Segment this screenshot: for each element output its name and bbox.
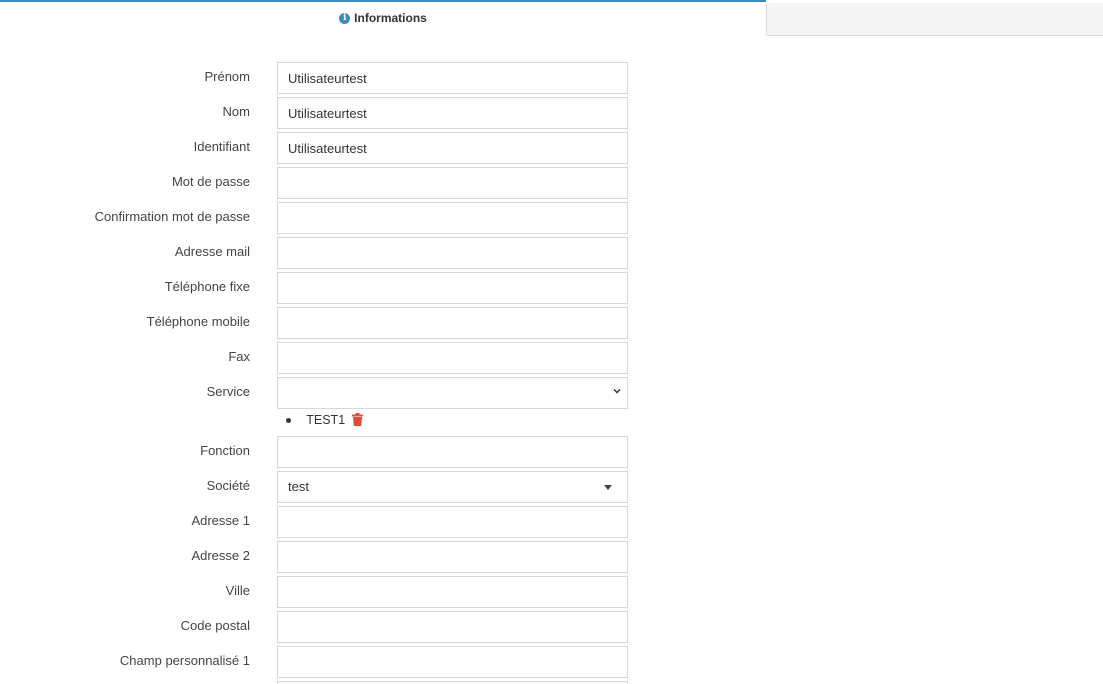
prenom-input[interactable] (277, 62, 628, 94)
confirmation-label: Confirmation mot de passe (94, 209, 250, 224)
row-adresse-mail: Adresse mail (0, 237, 640, 269)
fax-input[interactable] (277, 342, 628, 374)
row-adresse1: Adresse 1 (0, 506, 640, 538)
row-service: Service (0, 377, 640, 409)
telephone-mobile-label: Téléphone mobile (146, 314, 250, 329)
fax-label: Fax (228, 349, 250, 364)
code-postal-label: Code postal (180, 618, 250, 633)
prenom-label: Prénom (204, 69, 250, 84)
adresse2-label: Adresse 2 (191, 548, 250, 563)
identifiant-label: Identifiant (193, 139, 250, 154)
row-nom: Nom (0, 97, 640, 129)
nom-label: Nom (222, 104, 250, 119)
confirmation-input[interactable] (277, 202, 628, 234)
service-select[interactable] (277, 377, 628, 409)
trash-icon[interactable] (351, 413, 363, 429)
row-adresse2: Adresse 2 (0, 541, 640, 573)
adresse-mail-input[interactable] (277, 237, 628, 269)
service-tag-label: TEST1 (306, 413, 346, 427)
service-selected-list: TEST1 (286, 413, 363, 429)
mot-de-passe-label: Mot de passe (171, 174, 250, 189)
user-form: Prénom Nom Identifiant Mot de passe Conf… (0, 0, 1103, 684)
societe-label: Société (206, 478, 250, 493)
row-code-postal: Code postal (0, 611, 640, 643)
row-prenom: Prénom (0, 62, 640, 94)
nom-input[interactable] (277, 97, 628, 129)
list-bullet (286, 418, 291, 424)
chevron-down-icon (613, 388, 621, 394)
fonction-label: Fonction (200, 443, 250, 458)
row-telephone-fixe: Téléphone fixe (0, 272, 640, 304)
row-confirmation: Confirmation mot de passe (0, 202, 640, 234)
champ1-label: Champ personnalisé 1 (119, 653, 250, 668)
row-ville: Ville (0, 576, 640, 608)
row-fonction: Fonction (0, 436, 640, 468)
telephone-fixe-label: Téléphone fixe (164, 279, 250, 294)
row-societe: Société test (0, 471, 640, 503)
fonction-input[interactable] (277, 436, 628, 468)
ville-input[interactable] (277, 576, 628, 608)
societe-select-value: test (288, 479, 309, 494)
row-identifiant: Identifiant (0, 132, 640, 164)
identifiant-input[interactable] (277, 132, 628, 164)
caret-down-icon (604, 485, 612, 490)
telephone-mobile-input[interactable] (277, 307, 628, 339)
adresse-mail-label: Adresse mail (174, 244, 250, 259)
code-postal-input[interactable] (277, 611, 628, 643)
ville-label: Ville (225, 583, 250, 598)
row-fax: Fax (0, 342, 640, 374)
row-telephone-mobile: Téléphone mobile (0, 307, 640, 339)
champ1-input[interactable] (277, 646, 628, 678)
service-label: Service (206, 384, 250, 399)
adresse1-input[interactable] (277, 506, 628, 538)
row-mot-de-passe: Mot de passe (0, 167, 640, 199)
telephone-fixe-input[interactable] (277, 272, 628, 304)
adresse2-input[interactable] (277, 541, 628, 573)
societe-select[interactable]: test (277, 471, 628, 503)
mot-de-passe-input[interactable] (277, 167, 628, 199)
adresse1-label: Adresse 1 (191, 513, 250, 528)
row-champ1: Champ personnalisé 1 (0, 646, 640, 678)
